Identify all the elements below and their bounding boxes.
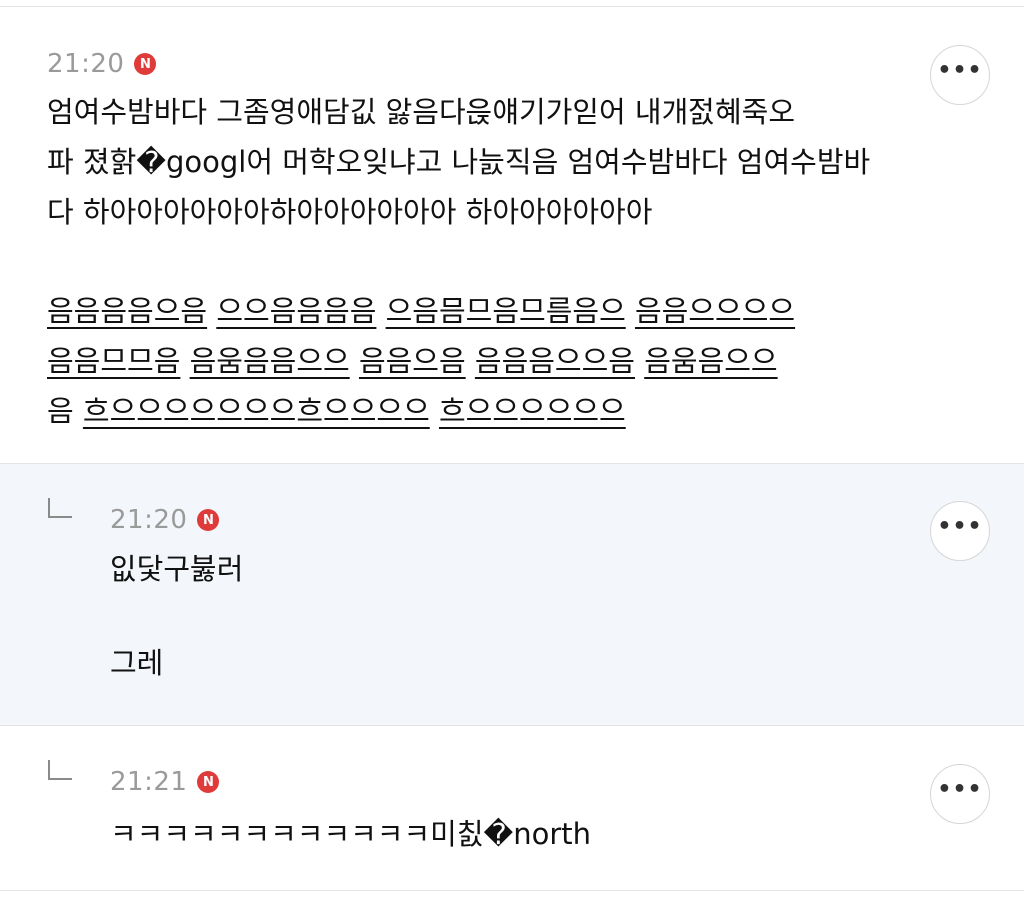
underlined-word: 음음으으으으 xyxy=(634,294,796,328)
reply-body: ㅋㅋㅋㅋㅋㅋㅋㅋㅋㅋㅋㅋ미칤�north xyxy=(110,817,592,851)
underlined-word: 음음므므음 xyxy=(47,344,181,378)
bottom-divider xyxy=(0,890,1024,891)
more-dots-icon: ••• xyxy=(937,58,983,83)
underlined-word: 음음음음으음 xyxy=(47,294,208,328)
reply-arrow-icon xyxy=(48,760,72,780)
more-options-button[interactable]: ••• xyxy=(930,764,990,824)
underlined-word: 흐으으으으으으으흐으으으으 xyxy=(82,394,430,428)
underlined-word: 흐으으으으으으 xyxy=(438,394,626,428)
underlined-word: 음움음으으 xyxy=(644,344,778,378)
underlined-word: 음음음으으음 xyxy=(474,344,635,378)
comment-meta: 21:20 N xyxy=(47,47,157,81)
reply-item: 21:20 N ••• 잆닻구붏러 그레 xyxy=(0,464,1024,725)
reply-meta: 21:21 N xyxy=(110,765,220,799)
comment-thread: 21:20 N ••• 엄여수밤바다 그좀영애담깂 앓음다읁얘기가읻어 내개젌혜… xyxy=(0,0,1024,906)
underlined-word: 음움음음으으 xyxy=(189,344,350,378)
more-dots-icon: ••• xyxy=(937,514,983,539)
new-badge: N xyxy=(134,53,157,75)
underlined-word: 으으음음음음 xyxy=(216,294,377,328)
comment-body: 엄여수밤바다 그좀영애담깂 앓음다읁얘기가읻어 내개젌혜죽오 파 졌핡�goog… xyxy=(47,95,871,229)
reply-arrow-icon xyxy=(48,498,72,518)
comment-body-underlined: 음음음음으음 으으음음음음 으음믐므음므름음으 음음으으으으 음음므므음 음움음… xyxy=(47,286,947,436)
underlined-line: 음음므므음 음움음음으으 음음으음 음음음으으음 음움음으으 xyxy=(47,336,947,386)
reply-item: 21:21 N ••• ㅋㅋㅋㅋㅋㅋㅋㅋㅋㅋㅋㅋ미칤�north xyxy=(0,726,1024,890)
underlined-line: 음 흐으으으으으으으흐으으으으 흐으으으으으으 xyxy=(47,386,947,436)
underlined-word: 음음으음 xyxy=(358,344,466,378)
more-dots-icon: ••• xyxy=(937,777,983,802)
new-badge: N xyxy=(197,771,220,793)
more-options-button[interactable]: ••• xyxy=(930,501,990,561)
comment-time: 21:20 xyxy=(47,49,125,79)
reply-time: 21:20 xyxy=(110,505,188,535)
reply-body: 잆닻구붏러 그레 xyxy=(110,552,244,680)
plain-word: 음 xyxy=(47,394,74,428)
underlined-word: 으음믐므음므름음으 xyxy=(385,294,626,328)
reply-meta: 21:20 N xyxy=(110,503,220,537)
reply-time: 21:21 xyxy=(110,767,188,797)
comment-item: 21:20 N ••• 엄여수밤바다 그좀영애담깂 앓음다읁얘기가읻어 내개젌혜… xyxy=(0,7,1024,463)
new-badge: N xyxy=(197,509,220,531)
underlined-line: 음음음음으음 으으음음음음 으음믐므음므름음으 음음으으으으 xyxy=(47,286,947,336)
